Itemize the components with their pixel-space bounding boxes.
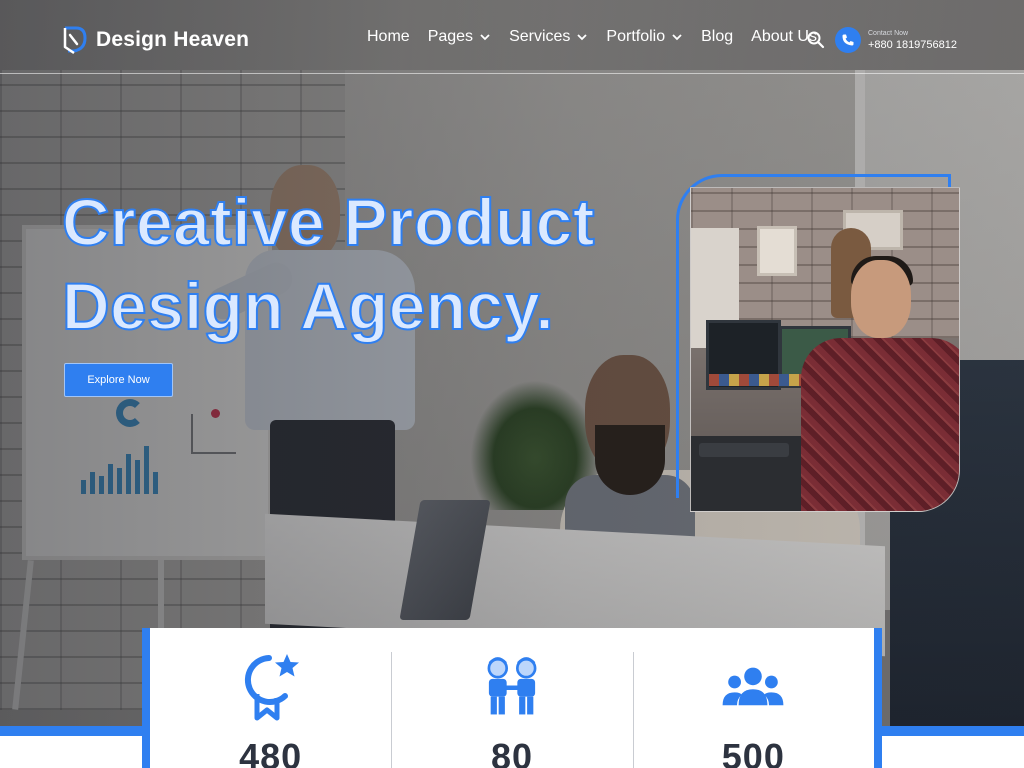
hero-headline-line1: Creative Product (61, 184, 596, 260)
nav-portfolio[interactable]: Portfolio (606, 28, 683, 46)
accent-bar-left (0, 726, 148, 736)
search-icon[interactable] (806, 30, 826, 50)
phone-icon (835, 27, 861, 53)
nav-label: Blog (701, 28, 734, 45)
hero-photo (690, 187, 960, 512)
main-nav: Home Pages Services Portfolio Blog About… (367, 28, 835, 46)
chevron-down-icon (672, 34, 682, 41)
nav-label: Home (367, 28, 410, 45)
nav-pages[interactable]: Pages (428, 28, 491, 46)
stat-item: 500 (632, 628, 874, 768)
team-group-icon (722, 667, 784, 706)
award-ribbon-icon (244, 654, 299, 721)
nav-label: Portfolio (606, 28, 666, 45)
nav-label: Services (509, 28, 571, 45)
nav-home[interactable]: Home (367, 28, 410, 46)
accent-bar-right (876, 726, 1024, 736)
logo[interactable]: Design Heaven (62, 25, 249, 55)
stat-item: 80 (391, 628, 632, 768)
logo-mark-icon (62, 25, 88, 55)
chevron-down-icon (480, 34, 490, 41)
nav-blog[interactable]: Blog (701, 28, 733, 46)
hero-headline-line2: Design Agency. (61, 268, 555, 344)
contact-label: Contact Now (868, 29, 909, 37)
contact-phone[interactable]: +880 1819756812 (868, 38, 957, 52)
site-header: Design Heaven Home Pages Services Portfo… (0, 0, 1024, 74)
contact-block[interactable]: Contact Now +880 1819756812 (835, 27, 957, 53)
logo-text: Design Heaven (96, 28, 250, 51)
stat-item: 480 (150, 628, 391, 768)
nav-label: Pages (427, 28, 474, 45)
nav-services[interactable]: Services (509, 28, 588, 46)
stat-value: 500 (721, 736, 785, 768)
chevron-down-icon (577, 34, 588, 41)
hero-headline: Creative Product Design Agency. (61, 180, 682, 348)
stat-value: 80 (490, 736, 534, 768)
explore-now-button[interactable]: Explore Now (64, 363, 173, 397)
two-kids-icon (487, 657, 537, 715)
stats-card: 480 80 500 (142, 628, 882, 768)
stat-value: 480 (239, 736, 303, 768)
